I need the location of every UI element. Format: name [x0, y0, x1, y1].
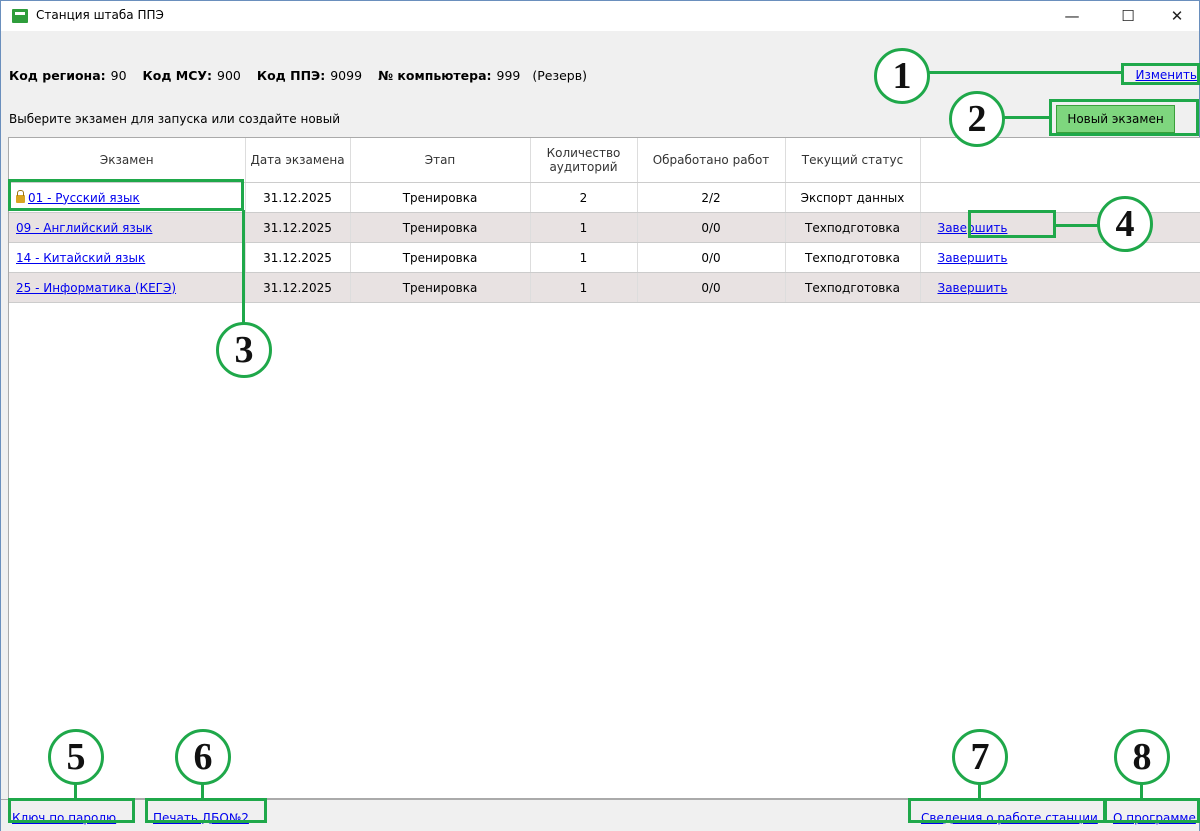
rooms-cell: 1 — [530, 242, 638, 273]
reserve-label: (Резерв) — [532, 68, 587, 83]
exam-cell: 25 - Информатика (КЕГЭ) — [9, 272, 246, 303]
status-cell: Экспорт данных — [785, 182, 921, 213]
callout-circle-4: 4 — [1097, 196, 1153, 252]
action-cell — [920, 182, 1200, 213]
processed-cell: 0/0 — [637, 272, 786, 303]
rooms-cell: 2 — [530, 182, 638, 213]
callout-circle-2: 2 — [949, 91, 1005, 147]
callout-line-5 — [74, 784, 77, 799]
callout-line-1 — [928, 71, 1122, 74]
maximize-button[interactable]: ☐ — [1106, 1, 1150, 31]
exam-cell: 14 - Китайский язык — [9, 242, 246, 273]
callout-circle-5: 5 — [48, 729, 104, 785]
computer-label: № компьютера: — [378, 68, 492, 83]
stage-cell: Тренировка — [350, 242, 531, 273]
callout-circle-3: 3 — [216, 322, 272, 378]
region-label: Код региона: — [9, 68, 106, 83]
callout-box-4 — [968, 210, 1056, 238]
date-cell: 31.12.2025 — [245, 212, 351, 243]
action-cell: Завершить — [920, 212, 1200, 243]
msu-label: Код МСУ: — [142, 68, 213, 83]
header-date[interactable]: Дата экзамена — [245, 138, 351, 183]
header-rooms-label: Количество аудиторий — [546, 146, 621, 174]
callout-circle-1: 1 — [874, 48, 930, 104]
status-cell: Техподготовка — [785, 212, 921, 243]
window-title: Станция штаба ППЭ — [36, 8, 164, 22]
callout-box-3 — [8, 179, 244, 211]
date-cell: 31.12.2025 — [245, 272, 351, 303]
stage-cell: Тренировка — [350, 212, 531, 243]
callout-line-3 — [242, 210, 245, 325]
table-row[interactable]: 25 - Информатика (КЕГЭ) 31.12.2025 Трени… — [9, 272, 1200, 303]
header-stage[interactable]: Этап — [350, 138, 531, 183]
date-cell: 31.12.2025 — [245, 182, 351, 213]
processed-cell: 0/0 — [637, 242, 786, 273]
callout-line-8 — [1140, 784, 1143, 799]
header-processed[interactable]: Обработано работ — [637, 138, 786, 183]
table-row[interactable]: 14 - Китайский язык 31.12.2025 Тренировк… — [9, 242, 1200, 273]
callout-box-6 — [145, 798, 267, 823]
computer-value: 999 — [496, 68, 521, 83]
callout-box-5 — [8, 798, 135, 823]
callout-line-2 — [1003, 116, 1050, 119]
callout-box-2 — [1049, 99, 1199, 136]
exam-link[interactable]: 09 - Английский язык — [16, 221, 152, 235]
main-window: Станция штаба ППЭ — ☐ ✕ Код региона: 90 К… — [0, 0, 1200, 831]
processed-cell: 0/0 — [637, 212, 786, 243]
ppe-value: 9099 — [330, 68, 363, 83]
title-bar: Станция штаба ППЭ — ☐ ✕ — [1, 1, 1199, 31]
ppe-label: Код ППЭ: — [256, 68, 326, 83]
callout-circle-8: 8 — [1114, 729, 1170, 785]
callout-circle-6: 6 — [175, 729, 231, 785]
table-header-row: Экзамен Дата экзамена Этап Количество ау… — [9, 138, 1200, 183]
finish-link[interactable]: Завершить — [938, 251, 1008, 265]
callout-line-7 — [978, 784, 981, 799]
stage-cell: Тренировка — [350, 182, 531, 213]
callout-circle-7: 7 — [952, 729, 1008, 785]
callout-box-8 — [1104, 798, 1200, 823]
callout-line-4 — [1055, 224, 1099, 227]
action-cell: Завершить — [920, 272, 1200, 303]
stage-cell: Тренировка — [350, 272, 531, 303]
header-action — [920, 138, 1200, 183]
rooms-cell: 1 — [530, 272, 638, 303]
callout-box-1 — [1121, 63, 1200, 85]
prompt-text: Выберите экзамен для запуска или создайт… — [9, 112, 341, 126]
date-cell: 31.12.2025 — [245, 242, 351, 273]
rooms-cell: 1 — [530, 212, 638, 243]
status-cell: Техподготовка — [785, 272, 921, 303]
station-info-line: Код региона: 90 Код МСУ: 900 Код ППЭ: 9099 … — [9, 68, 587, 83]
close-button[interactable]: ✕ — [1155, 1, 1199, 31]
header-rooms[interactable]: Количество аудиторий — [530, 138, 638, 183]
callout-box-7 — [908, 798, 1106, 823]
app-icon — [12, 9, 28, 23]
exam-link[interactable]: 25 - Информатика (КЕГЭ) — [16, 281, 176, 295]
header-exam[interactable]: Экзамен — [9, 138, 246, 183]
region-value: 90 — [110, 68, 127, 83]
minimize-button[interactable]: — — [1050, 1, 1094, 31]
status-cell: Техподготовка — [785, 242, 921, 273]
finish-link[interactable]: Завершить — [938, 281, 1008, 295]
callout-line-6 — [201, 784, 204, 799]
processed-cell: 2/2 — [637, 182, 786, 213]
exam-cell: 09 - Английский язык — [9, 212, 246, 243]
header-status[interactable]: Текущий статус — [785, 138, 921, 183]
action-cell: Завершить — [920, 242, 1200, 273]
exam-link[interactable]: 14 - Китайский язык — [16, 251, 145, 265]
msu-value: 900 — [217, 68, 241, 83]
